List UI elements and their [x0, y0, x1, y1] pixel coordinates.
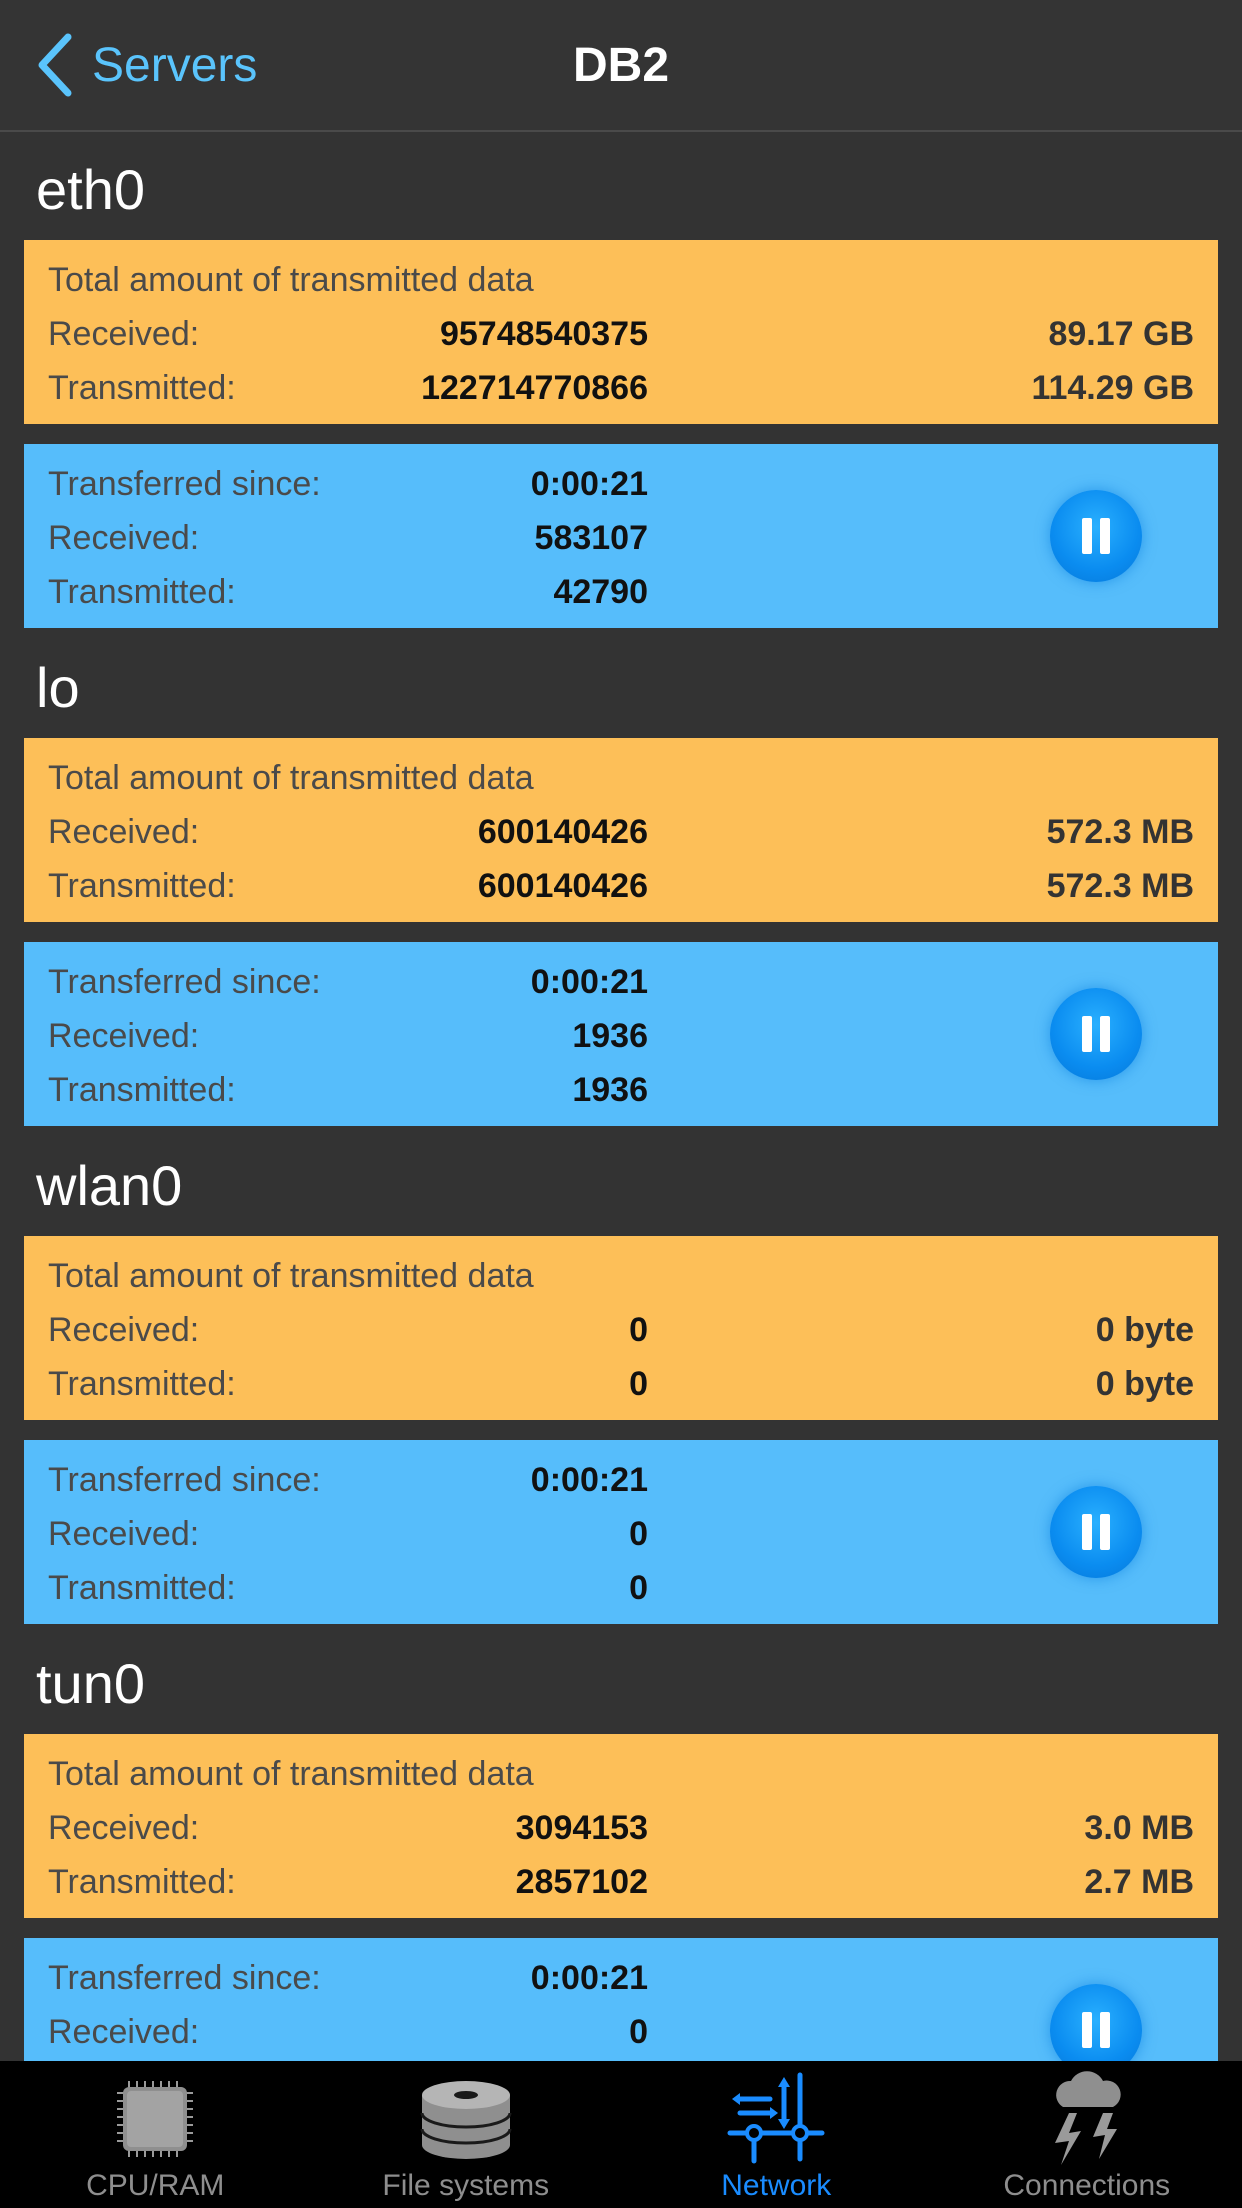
interface-section: eth0 Total amount of transmitted data Re…: [0, 134, 1242, 632]
transferred-since-card: Transferred since: 0:00:21 Received: 0: [24, 1938, 1218, 2061]
received-bytes: 600140426: [477, 813, 648, 851]
since-label: Transferred since:: [48, 465, 321, 503]
transmitted-human: 572.3 MB: [1046, 867, 1194, 905]
received-human: 572.3 MB: [1046, 813, 1194, 851]
transferred-since-card: Transferred since: 0:00:21 Received: 0 T…: [24, 1440, 1218, 1624]
transmitted-label: Transmitted:: [48, 573, 236, 611]
pause-button[interactable]: [1050, 490, 1142, 582]
transmitted-bytes: 0: [629, 1569, 648, 1607]
storm-cloud-icon: [1054, 2071, 1121, 2165]
tab-file-systems[interactable]: File systems: [311, 2061, 622, 2208]
received-human: 3.0 MB: [1084, 1809, 1194, 1847]
transmitted-bytes: 42790: [553, 573, 648, 611]
received-label: Received:: [48, 1809, 200, 1847]
page-title: DB2: [572, 39, 670, 92]
received-human: 0 byte: [1095, 1311, 1194, 1349]
received-label: Received:: [48, 519, 200, 557]
received-bytes: 583107: [534, 519, 648, 557]
transmitted-label: Transmitted:: [48, 1569, 236, 1607]
tab-cpu-ram[interactable]: CPU/RAM: [0, 2061, 311, 2208]
transferred-since-card: Transferred since: 0:00:21 Received: 583…: [24, 444, 1218, 628]
since-duration: 0:00:21: [530, 963, 648, 1001]
transmitted-bytes: 0: [629, 1365, 648, 1403]
transmitted-label: Transmitted:: [48, 369, 236, 407]
tab-label: CPU/RAM: [86, 2169, 225, 2202]
transmitted-label: Transmitted:: [48, 1365, 236, 1403]
interface-name: wlan0: [36, 1154, 183, 1217]
transmitted-human: 114.29 GB: [1031, 369, 1194, 407]
since-duration: 0:00:21: [530, 465, 648, 503]
transmitted-bytes: 1936: [572, 1071, 648, 1109]
tab-network[interactable]: Network: [621, 2061, 932, 2208]
tab-label: Network: [721, 2169, 832, 2202]
since-label: Transferred since:: [48, 963, 321, 1001]
interface-name: tun0: [36, 1652, 145, 1715]
interface-name: lo: [36, 656, 80, 719]
received-label: Received:: [48, 2013, 200, 2051]
tab-connections[interactable]: Connections: [932, 2061, 1242, 2208]
pause-button[interactable]: [1050, 988, 1142, 1080]
total-heading: Total amount of transmitted data: [48, 1755, 534, 1793]
total-data-card: Total amount of transmitted data Receive…: [24, 240, 1218, 424]
since-duration: 0:00:21: [530, 1959, 648, 1997]
received-label: Received:: [48, 1515, 200, 1553]
received-label: Received:: [48, 1311, 200, 1349]
total-data-card: Total amount of transmitted data Receive…: [24, 1236, 1218, 1420]
since-duration: 0:00:21: [530, 1461, 648, 1499]
received-label: Received:: [48, 813, 200, 851]
received-bytes: 0: [629, 1311, 648, 1349]
tab-bar: CPU/RAM File systems Network Connections: [0, 2061, 1242, 2208]
received-bytes: 3094153: [515, 1809, 648, 1847]
navigation-bar: Servers DB2: [0, 0, 1242, 132]
screen: Servers DB2 eth0 Total amount of transmi…: [0, 0, 1242, 2208]
received-human: 89.17 GB: [1048, 315, 1194, 353]
transmitted-bytes: 2857102: [515, 1863, 648, 1901]
received-bytes: 0: [629, 2013, 648, 2051]
total-heading: Total amount of transmitted data: [48, 759, 534, 797]
received-bytes: 1936: [572, 1017, 648, 1055]
cpu-chip-icon: [117, 2081, 194, 2157]
pause-button[interactable]: [1050, 1486, 1142, 1578]
tab-label: Connections: [1003, 2169, 1171, 2202]
received-bytes: 95748540375: [439, 315, 648, 353]
transmitted-label: Transmitted:: [48, 1071, 236, 1109]
since-label: Transferred since:: [48, 1959, 321, 1997]
interface-list[interactable]: eth0 Total amount of transmitted data Re…: [0, 134, 1242, 2061]
since-label: Transferred since:: [48, 1461, 321, 1499]
interface-section: lo Total amount of transmitted data Rece…: [0, 632, 1242, 1130]
received-label: Received:: [48, 1017, 200, 1055]
transmitted-human: 0 byte: [1095, 1365, 1194, 1403]
transmitted-human: 2.7 MB: [1084, 1863, 1194, 1901]
transmitted-label: Transmitted:: [48, 1863, 236, 1901]
total-heading: Total amount of transmitted data: [48, 1257, 534, 1295]
interface-section: wlan0 Total amount of transmitted data R…: [0, 1130, 1242, 1628]
pause-button[interactable]: [1050, 1984, 1142, 2061]
transmitted-label: Transmitted:: [48, 867, 236, 905]
transferred-since-card: Transferred since: 0:00:21 Received: 193…: [24, 942, 1218, 1126]
interface-section: tun0 Total amount of transmitted data Re…: [0, 1628, 1242, 2061]
total-heading: Total amount of transmitted data: [48, 261, 534, 299]
tab-label: File systems: [382, 2169, 550, 2202]
disk-stack-icon: [420, 2081, 512, 2159]
network-icon: [727, 2072, 825, 2164]
total-data-card: Total amount of transmitted data Receive…: [24, 1734, 1218, 1918]
transmitted-bytes: 600140426: [477, 867, 648, 905]
total-data-card: Total amount of transmitted data Receive…: [24, 738, 1218, 922]
interface-name: eth0: [36, 158, 145, 221]
received-bytes: 0: [629, 1515, 648, 1553]
transmitted-bytes: 122714770866: [421, 369, 648, 407]
received-label: Received:: [48, 315, 200, 353]
